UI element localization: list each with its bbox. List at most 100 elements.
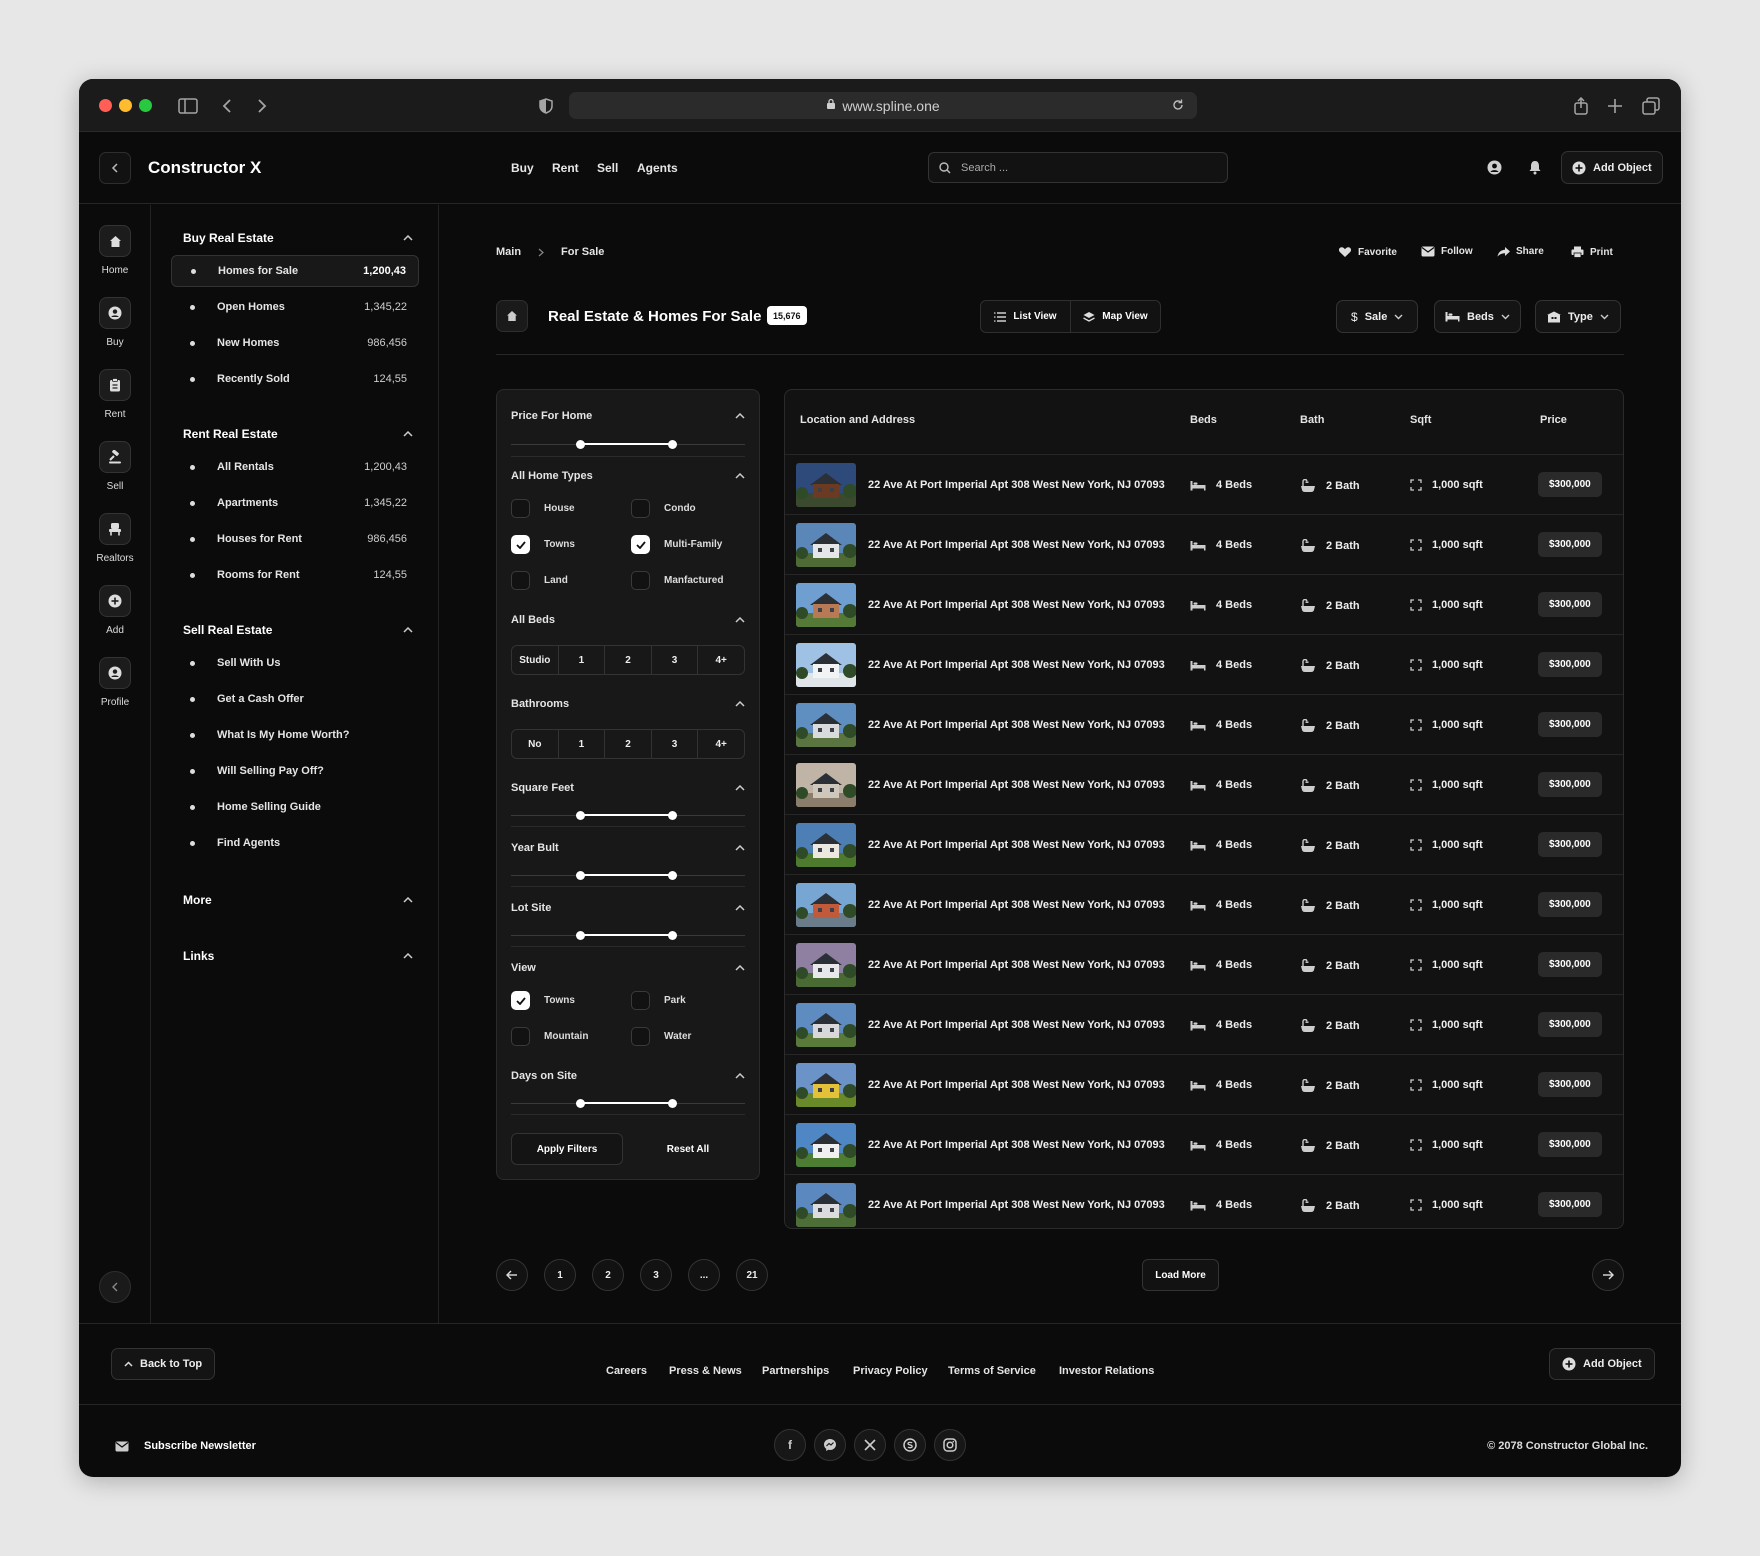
sidebar-item-homes-for-sale[interactable]: Homes for Sale 1,200,43 [171,255,419,287]
slider-min-handle[interactable] [576,931,585,940]
sidebar-item-recently-sold[interactable]: Recently Sold 124,55 [171,363,419,395]
price-badge[interactable]: $300,000 [1538,712,1602,737]
table-row[interactable]: 22 Ave At Port Imperial Apt 308 West New… [785,994,1623,1054]
filter-beds-header[interactable]: All Beds [511,614,745,626]
follow-button[interactable]: Follow [1421,246,1473,257]
property-thumbnail[interactable] [796,883,856,927]
sidebar-item-sell-with-us[interactable]: Sell With Us [171,647,419,679]
nav-sell[interactable]: Sell [597,161,618,175]
table-row[interactable]: 22 Ave At Port Imperial Apt 308 West New… [785,814,1623,874]
reload-icon[interactable] [1171,98,1185,115]
price-badge[interactable]: $300,000 [1538,652,1602,677]
baths-option[interactable]: 4+ [697,730,744,758]
back-to-top-button[interactable]: Back to Top [111,1348,216,1380]
price-badge[interactable]: $300,000 [1538,1132,1602,1157]
collapse-rail-button[interactable] [99,1271,131,1303]
property-thumbnail[interactable] [796,1063,856,1107]
baths-option[interactable]: 1 [557,730,605,758]
collapse-button[interactable] [99,152,131,184]
table-row[interactable]: 22 Ave At Port Imperial Apt 308 West New… [785,634,1623,694]
reset-all-button[interactable]: Reset All [631,1133,745,1165]
slider-min-handle[interactable] [576,811,585,820]
price-badge[interactable]: $300,000 [1538,952,1602,977]
column-header-sqft[interactable]: Sqft [1410,414,1431,426]
property-thumbnail[interactable] [796,1003,856,1047]
baths-option[interactable]: 3 [650,730,698,758]
property-address[interactable]: 22 Ave At Port Imperial Apt 308 West New… [868,899,1168,911]
page-button[interactable]: 3 [640,1259,672,1291]
property-address[interactable]: 22 Ave At Port Imperial Apt 308 West New… [868,659,1168,671]
shield-icon[interactable] [533,93,559,119]
beds-dropdown[interactable]: Beds [1434,300,1521,333]
property-address[interactable]: 22 Ave At Port Imperial Apt 308 West New… [868,719,1168,731]
sidebar-item-rooms-for-rent[interactable]: Rooms for Rent 124,55 [171,559,419,591]
section-rent-header[interactable]: Rent Real Estate [183,427,413,441]
filter-view-header[interactable]: View [511,962,745,974]
sidebar-item-find-agents[interactable]: Find Agents [171,827,419,859]
footer-link-privacy[interactable]: Privacy Policy [853,1365,928,1377]
nav-buy[interactable]: Buy [511,161,534,175]
table-row[interactable]: 22 Ave At Port Imperial Apt 308 West New… [785,514,1623,574]
checkbox-towns[interactable]: Towns [511,535,575,554]
price-badge[interactable]: $300,000 [1538,892,1602,917]
price-slider[interactable] [511,440,745,450]
add-object-button[interactable]: Add Object [1561,151,1663,184]
sidebar-item-houses-for-rent[interactable]: Houses for Rent 986,456 [171,523,419,555]
sidebar-item-new-homes[interactable]: New Homes 986,456 [171,327,419,359]
slider-max-handle[interactable] [668,440,677,449]
tab-overview-icon[interactable] [1638,93,1664,119]
section-links-header[interactable]: Links [183,949,413,963]
new-tab-icon[interactable] [1602,93,1628,119]
beds-option[interactable]: 3 [650,646,698,674]
property-thumbnail[interactable] [796,1183,856,1227]
table-row[interactable]: 22 Ave At Port Imperial Apt 308 West New… [785,694,1623,754]
back-icon[interactable] [214,93,240,119]
section-buy-header[interactable]: Buy Real Estate [183,231,413,245]
table-row[interactable]: 22 Ave At Port Imperial Apt 308 West New… [785,454,1623,514]
footer-link-partnerships[interactable]: Partnerships [762,1365,829,1377]
property-address[interactable]: 22 Ave At Port Imperial Apt 308 West New… [868,539,1168,551]
breadcrumb-main[interactable]: Main [496,246,521,258]
close-window-button[interactable] [99,99,112,112]
page-ellipsis[interactable]: ... [688,1259,720,1291]
property-address[interactable]: 22 Ave At Port Imperial Apt 308 West New… [868,1139,1168,1151]
facebook-icon[interactable]: f [774,1429,806,1461]
property-thumbnail[interactable] [796,643,856,687]
apply-filters-button[interactable]: Apply Filters [511,1133,623,1165]
sidebar-item-all-rentals[interactable]: All Rentals 1,200,43 [171,451,419,483]
property-address[interactable]: 22 Ave At Port Imperial Apt 308 West New… [868,1079,1168,1091]
nav-agents[interactable]: Agents [637,161,678,175]
subscribe-newsletter-link[interactable]: Subscribe Newsletter [115,1440,256,1452]
property-thumbnail[interactable] [796,763,856,807]
property-address[interactable]: 22 Ave At Port Imperial Apt 308 West New… [868,959,1168,971]
x-icon[interactable] [854,1429,886,1461]
price-badge[interactable]: $300,000 [1538,772,1602,797]
sidebar-item-cash-offer[interactable]: Get a Cash Offer [171,683,419,715]
forward-icon[interactable] [249,93,275,119]
slider-max-handle[interactable] [668,1099,677,1108]
footer-add-object-button[interactable]: Add Object [1549,1348,1655,1380]
price-badge[interactable]: $300,000 [1538,1072,1602,1097]
favorite-button[interactable]: Favorite [1338,246,1397,258]
table-row[interactable]: 22 Ave At Port Imperial Apt 308 West New… [785,574,1623,634]
table-row[interactable]: 22 Ave At Port Imperial Apt 308 West New… [785,1054,1623,1114]
rail-rent[interactable]: Rent [79,369,151,420]
prev-page-button[interactable] [496,1259,528,1291]
column-header-beds[interactable]: Beds [1190,414,1217,426]
instagram-icon[interactable] [934,1429,966,1461]
property-address[interactable]: 22 Ave At Port Imperial Apt 308 West New… [868,779,1168,791]
table-row[interactable]: 22 Ave At Port Imperial Apt 308 West New… [785,1174,1623,1228]
property-address[interactable]: 22 Ave At Port Imperial Apt 308 West New… [868,479,1168,491]
property-address[interactable]: 22 Ave At Port Imperial Apt 308 West New… [868,1019,1168,1031]
table-row[interactable]: 22 Ave At Port Imperial Apt 308 West New… [785,754,1623,814]
rail-add[interactable]: Add [79,585,151,636]
slider-max-handle[interactable] [668,811,677,820]
filter-price-header[interactable]: Price For Home [511,410,745,422]
checkbox-view-mountain[interactable]: Mountain [511,1027,588,1046]
days-slider[interactable] [511,1099,745,1109]
baths-option[interactable]: 2 [604,730,651,758]
price-badge[interactable]: $300,000 [1538,832,1602,857]
property-address[interactable]: 22 Ave At Port Imperial Apt 308 West New… [868,839,1168,851]
price-badge[interactable]: $300,000 [1538,532,1602,557]
sidebar-toggle-icon[interactable] [175,93,201,119]
